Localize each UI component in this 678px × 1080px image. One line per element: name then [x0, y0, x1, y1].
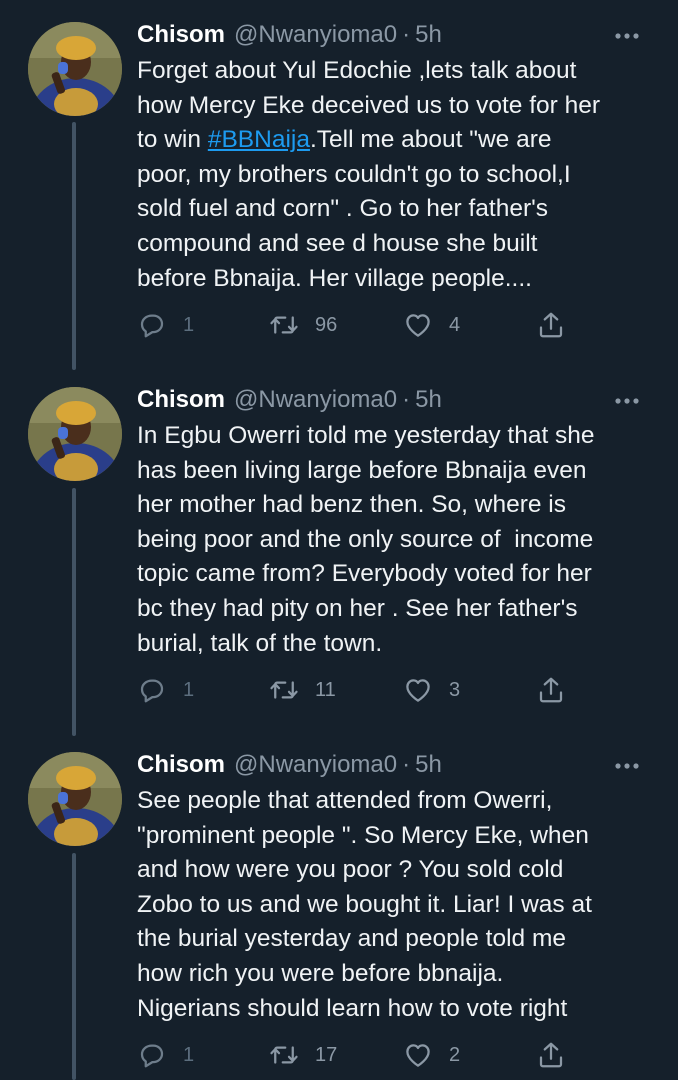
tweet-text-line: bc they had pity on her . See her father… — [137, 594, 578, 622]
tweet-text-line: topic came from? Everybody voted for her — [137, 560, 592, 588]
tweet-header: Chisom @Nwanyioma0 · 5h — [137, 19, 657, 51]
tweet-text-line: how Mercy Eke deceived us to vote for he… — [137, 91, 600, 119]
like-count: 3 — [449, 678, 461, 701]
tweet-text-line: "prominent people ". So Mercy Eke, when — [137, 821, 589, 849]
reply-button[interactable]: 1 — [137, 674, 194, 706]
like-count: 4 — [449, 313, 461, 336]
thread-connector-line — [72, 122, 76, 370]
text-segment: .Tell me about "we are — [309, 126, 552, 154]
tweet-text-line: In Egbu Owerri told me yesterday that sh… — [137, 422, 595, 449]
tweet-header: Chisom @Nwanyioma0 · 5h — [137, 384, 657, 416]
separator-dot: · — [402, 386, 411, 413]
tweet-text-line: sold fuel and corn" . Go to her father's — [137, 195, 549, 223]
like-button[interactable]: 2 — [403, 1039, 460, 1071]
reply-bubble-icon — [140, 679, 164, 703]
author-handle[interactable]: @Nwanyioma0 — [234, 21, 397, 49]
like-button[interactable]: 3 — [403, 674, 460, 706]
tweet-text-line: to win #BBNaija.Tell me about "we are — [137, 123, 667, 158]
more-dots-icon[interactable] — [609, 389, 645, 413]
avatar[interactable] — [28, 752, 122, 846]
retweet-arrows-icon — [270, 316, 298, 334]
share-upload-icon — [539, 1042, 563, 1068]
reply-count: 1 — [183, 1043, 195, 1066]
tweet-text-line: and how were you poor ? You sold cold — [137, 856, 564, 884]
reply-button[interactable]: 1 — [137, 309, 194, 341]
reply-bubble-icon — [140, 1044, 164, 1068]
retweet-button[interactable]: 17 — [269, 1039, 337, 1071]
text-segment: to win — [137, 126, 208, 154]
author-name[interactable]: Chisom — [137, 386, 225, 414]
separator-dot: · — [402, 751, 411, 778]
more-dots-icon[interactable] — [609, 754, 645, 778]
reply-button[interactable]: 1 — [137, 1039, 194, 1071]
tweet-text-line: how rich you were before bbnaija. — [137, 959, 504, 987]
tweet-text-line: has been living large before Bbnaija eve… — [137, 456, 587, 484]
tweet-text-line: the burial yesterday and people told me — [137, 925, 567, 953]
timestamp[interactable]: 5h — [415, 386, 442, 414]
tweet-text-line: being poor and the only source of income — [137, 525, 594, 553]
tweet-text-line: burial, talk of the town. — [137, 629, 383, 657]
tweet-text-line: her mother had benz then. So, where is — [137, 491, 567, 519]
author-handle[interactable]: @Nwanyioma0 — [234, 751, 397, 779]
timestamp[interactable]: 5h — [415, 751, 442, 779]
retweet-button[interactable]: 11 — [269, 674, 336, 706]
retweet-count: 11 — [315, 678, 336, 701]
tweet-text-line: Nigerians should learn how to vote right — [137, 994, 568, 1022]
retweet-button[interactable]: 96 — [269, 309, 337, 341]
share-upload-icon — [539, 312, 563, 338]
retweet-arrows-icon — [270, 1046, 298, 1064]
tweet-text-line: before Bbnaija. Her village people.... — [137, 264, 532, 292]
tweet-text-line: See people that attended from Owerri, — [137, 787, 553, 814]
heart-icon — [406, 679, 430, 702]
retweet-arrows-icon — [270, 681, 298, 699]
tweet-text-line: Zobo to us and we bought it. Liar! I was… — [137, 890, 592, 918]
separator-dot: · — [402, 21, 411, 48]
like-count: 2 — [449, 1043, 461, 1066]
more-dots-icon[interactable] — [609, 24, 645, 48]
share-button[interactable] — [536, 1039, 566, 1071]
reply-count: 1 — [183, 313, 195, 336]
tweet-actions: 1 17 2 — [137, 1039, 577, 1071]
heart-icon — [406, 1044, 430, 1067]
timestamp[interactable]: 5h — [415, 21, 442, 49]
tweet-thread: Chisom @Nwanyioma0 · 5h Forget about Yul… — [0, 0, 678, 1080]
tweet-actions: 1 11 3 — [137, 674, 577, 706]
tweet-text-line: poor, my brothers couldn't go to school,… — [137, 160, 571, 188]
tweet-text: In Egbu Owerri told me yesterday that sh… — [137, 419, 667, 661]
reply-count: 1 — [183, 678, 195, 701]
share-upload-icon — [539, 677, 563, 703]
retweet-count: 17 — [315, 1043, 338, 1066]
author-handle[interactable]: @Nwanyioma0 — [234, 386, 397, 414]
share-button[interactable] — [536, 674, 566, 706]
avatar[interactable] — [28, 387, 122, 481]
hashtag-link[interactable]: #BBNaija — [208, 126, 310, 153]
tweet-text: See people that attended from Owerri, "p… — [137, 784, 667, 1026]
tweet-text-line: compound and see d house she built — [137, 229, 538, 257]
thread-connector-line — [72, 853, 76, 1080]
tweet-text: Forget about Yul Edochie ,lets talk abou… — [137, 54, 667, 296]
share-button[interactable] — [536, 309, 566, 341]
heart-icon — [406, 314, 430, 337]
retweet-count: 96 — [315, 313, 338, 336]
tweet-actions: 1 96 4 — [137, 309, 577, 341]
reply-bubble-icon — [140, 314, 164, 338]
tweet-text-line: Forget about Yul Edochie ,lets talk abou… — [137, 57, 577, 84]
author-name[interactable]: Chisom — [137, 751, 225, 779]
thread-connector-line — [72, 488, 76, 736]
like-button[interactable]: 4 — [403, 309, 460, 341]
tweet-header: Chisom @Nwanyioma0 · 5h — [137, 749, 657, 781]
author-name[interactable]: Chisom — [137, 21, 225, 49]
avatar[interactable] — [28, 22, 122, 116]
